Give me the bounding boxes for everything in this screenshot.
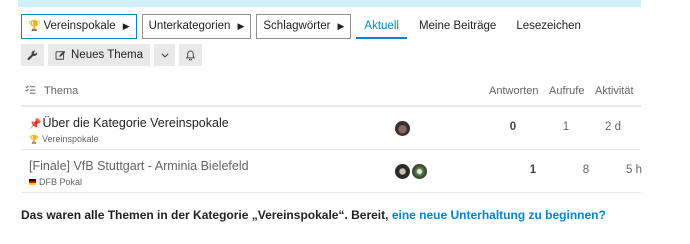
edit-icon — [55, 50, 66, 60]
top-banner — [18, 0, 641, 7]
caret-right-icon: ▶ — [337, 20, 345, 31]
bell-icon — [185, 50, 196, 60]
topic-title[interactable]: 📌Über die Kategorie Vereinspokale — [29, 116, 229, 130]
replies-count[interactable]: 1 — [513, 164, 553, 176]
category-admin-button[interactable] — [21, 44, 44, 66]
tab-my-posts[interactable]: Meine Beiträge — [411, 13, 504, 39]
column-header-replies[interactable]: Antworten — [489, 85, 539, 97]
column-header-views[interactable]: Aufrufe — [549, 85, 584, 97]
new-topic-options-button[interactable] — [154, 44, 176, 66]
navigation-bar: 🏆 Vereinspokale ▶ Unterkategorien ▶ Schl… — [21, 13, 593, 39]
category-dropdown[interactable]: 🏆 Vereinspokale ▶ — [21, 13, 137, 39]
tab-bookmarks[interactable]: Lesezeichen — [508, 13, 589, 39]
column-header-topic[interactable]: Thema — [44, 85, 78, 97]
new-topic-button[interactable]: Neues Thema — [48, 44, 151, 66]
topic-title-text[interactable]: Über die Kategorie Vereinspokale — [42, 116, 228, 130]
tags-dropdown[interactable]: Schlagwörter ▶ — [256, 13, 352, 39]
posters — [395, 121, 412, 136]
topic-title[interactable]: [Finale] VfB Stuttgart - Arminia Bielefe… — [29, 159, 249, 173]
subcategory-dropdown-label: Unterkategorien — [148, 20, 231, 32]
tags-dropdown-label: Schlagwörter — [263, 20, 331, 32]
end-of-list-message: Das waren alle Themen in der Kategorie „… — [21, 208, 606, 222]
views-count: 1 — [562, 121, 570, 133]
new-topic-link[interactable]: eine neue Unterhaltung zu beginnen? — [392, 208, 606, 222]
replies-count[interactable]: 0 — [493, 121, 533, 133]
topic-category-label[interactable]: DFB Pokal — [39, 177, 82, 187]
column-header-activity[interactable]: Aktivität — [595, 85, 634, 97]
caret-right-icon: ▶ — [122, 20, 130, 31]
trophy-icon: 🏆 — [29, 134, 39, 144]
table-row: 📌Über die Kategorie Vereinspokale 🏆 Vere… — [21, 107, 641, 150]
topic-category-label[interactable]: Vereinspokale — [42, 134, 99, 144]
views-count: 8 — [582, 164, 590, 176]
topic-category[interactable]: 🏆 Vereinspokale — [29, 134, 99, 144]
wrench-icon — [27, 50, 38, 60]
avatar[interactable] — [395, 121, 410, 136]
caret-right-icon: ▶ — [237, 20, 245, 31]
avatar[interactable] — [395, 164, 410, 179]
flag-icon — [29, 179, 36, 185]
topic-list-header: Thema Antworten Aufrufe Aktivität — [21, 79, 641, 107]
activity-time[interactable]: 2 d — [593, 121, 633, 133]
activity-time[interactable]: 5 h — [614, 164, 654, 176]
avatar[interactable] — [412, 164, 427, 179]
table-row: [Finale] VfB Stuttgart - Arminia Bielefe… — [21, 150, 642, 193]
posters — [395, 164, 429, 179]
action-bar: Neues Thema — [21, 44, 206, 66]
trophy-icon: 🏆 — [28, 20, 41, 32]
topic-list: Thema Antworten Aufrufe Aktivität 📌Über … — [21, 79, 642, 193]
notifications-button[interactable] — [179, 44, 203, 66]
new-topic-label: Neues Thema — [71, 49, 144, 61]
category-dropdown-label: Vereinspokale — [43, 20, 116, 32]
end-of-list-text: Das waren alle Themen in der Kategorie „… — [21, 208, 392, 222]
topic-category[interactable]: DFB Pokal — [29, 177, 82, 187]
chevron-down-icon — [161, 53, 169, 58]
subcategory-dropdown[interactable]: Unterkategorien ▶ — [141, 13, 252, 39]
list-icon[interactable] — [25, 85, 36, 98]
pin-icon: 📌 — [29, 119, 42, 130]
tab-latest[interactable]: Aktuell — [356, 13, 407, 39]
